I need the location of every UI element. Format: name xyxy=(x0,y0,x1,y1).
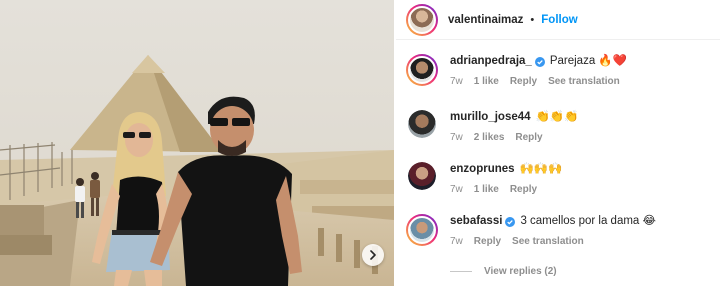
comment-item: murillo_jose44 👏👏👏 7w 2 likes Reply xyxy=(406,110,579,143)
comment-likes[interactable]: 2 likes xyxy=(474,132,505,143)
comment-text: 🙌🙌🙌 xyxy=(519,163,563,175)
reply-button[interactable]: Reply xyxy=(515,132,542,143)
comment-item: sebafassi 3 camellos por la dama 😂 7w Re… xyxy=(406,214,656,247)
author-username[interactable]: valentinaimaz xyxy=(448,14,523,26)
commenter-avatar[interactable] xyxy=(408,110,436,138)
commenter-avatar[interactable] xyxy=(406,214,438,246)
verified-badge-icon xyxy=(505,216,516,227)
reply-button[interactable]: Reply xyxy=(510,76,537,87)
comment-likes[interactable]: 1 like xyxy=(474,184,499,195)
author-avatar[interactable] xyxy=(406,3,438,36)
chevron-right-icon xyxy=(370,250,376,260)
comment-username[interactable]: sebafassi xyxy=(450,214,502,229)
comment-text: 👏👏👏 xyxy=(535,111,579,123)
comment-username[interactable]: murillo_jose44 xyxy=(450,110,531,125)
reply-button[interactable]: Reply xyxy=(474,236,501,247)
post-header: valentinaimaz • Follow xyxy=(396,0,720,40)
photo-scene xyxy=(0,0,394,286)
comment-age: 7w xyxy=(450,132,463,143)
carousel-next-button[interactable] xyxy=(362,244,384,266)
header-separator: • xyxy=(530,13,535,26)
follow-button[interactable]: Follow xyxy=(541,14,577,26)
comment-item: enzoprunes 🙌🙌🙌 7w 1 like Reply xyxy=(406,162,563,195)
comment-text: 3 camellos por la dama 😂 xyxy=(520,215,656,227)
comment-age: 7w xyxy=(450,184,463,195)
post-photo[interactable] xyxy=(0,0,394,286)
view-replies-button[interactable]: View replies (2) xyxy=(450,266,557,277)
view-replies-label: View replies (2) xyxy=(484,266,557,277)
comment-item: adrianpedraja_ Parejaza 🔥❤️ 7w 1 like Re… xyxy=(406,54,631,87)
comment-age: 7w xyxy=(450,236,463,247)
comment-age: 7w xyxy=(450,76,463,87)
commenter-avatar[interactable] xyxy=(406,54,438,86)
comment-likes[interactable]: 1 like xyxy=(474,76,499,87)
verified-badge-icon xyxy=(534,56,545,67)
comments-panel: valentinaimaz • Follow adrianpedraja_ Pa… xyxy=(396,0,720,286)
comment-username[interactable]: adrianpedraja_ xyxy=(450,54,532,69)
comment-username[interactable]: enzoprunes xyxy=(450,162,515,177)
see-translation-button[interactable]: See translation xyxy=(548,76,620,87)
see-translation-button[interactable]: See translation xyxy=(512,236,584,247)
commenter-avatar[interactable] xyxy=(408,162,436,190)
comment-text: Parejaza 🔥❤️ xyxy=(549,55,628,67)
reply-button[interactable]: Reply xyxy=(510,184,537,195)
replies-divider xyxy=(450,271,472,272)
